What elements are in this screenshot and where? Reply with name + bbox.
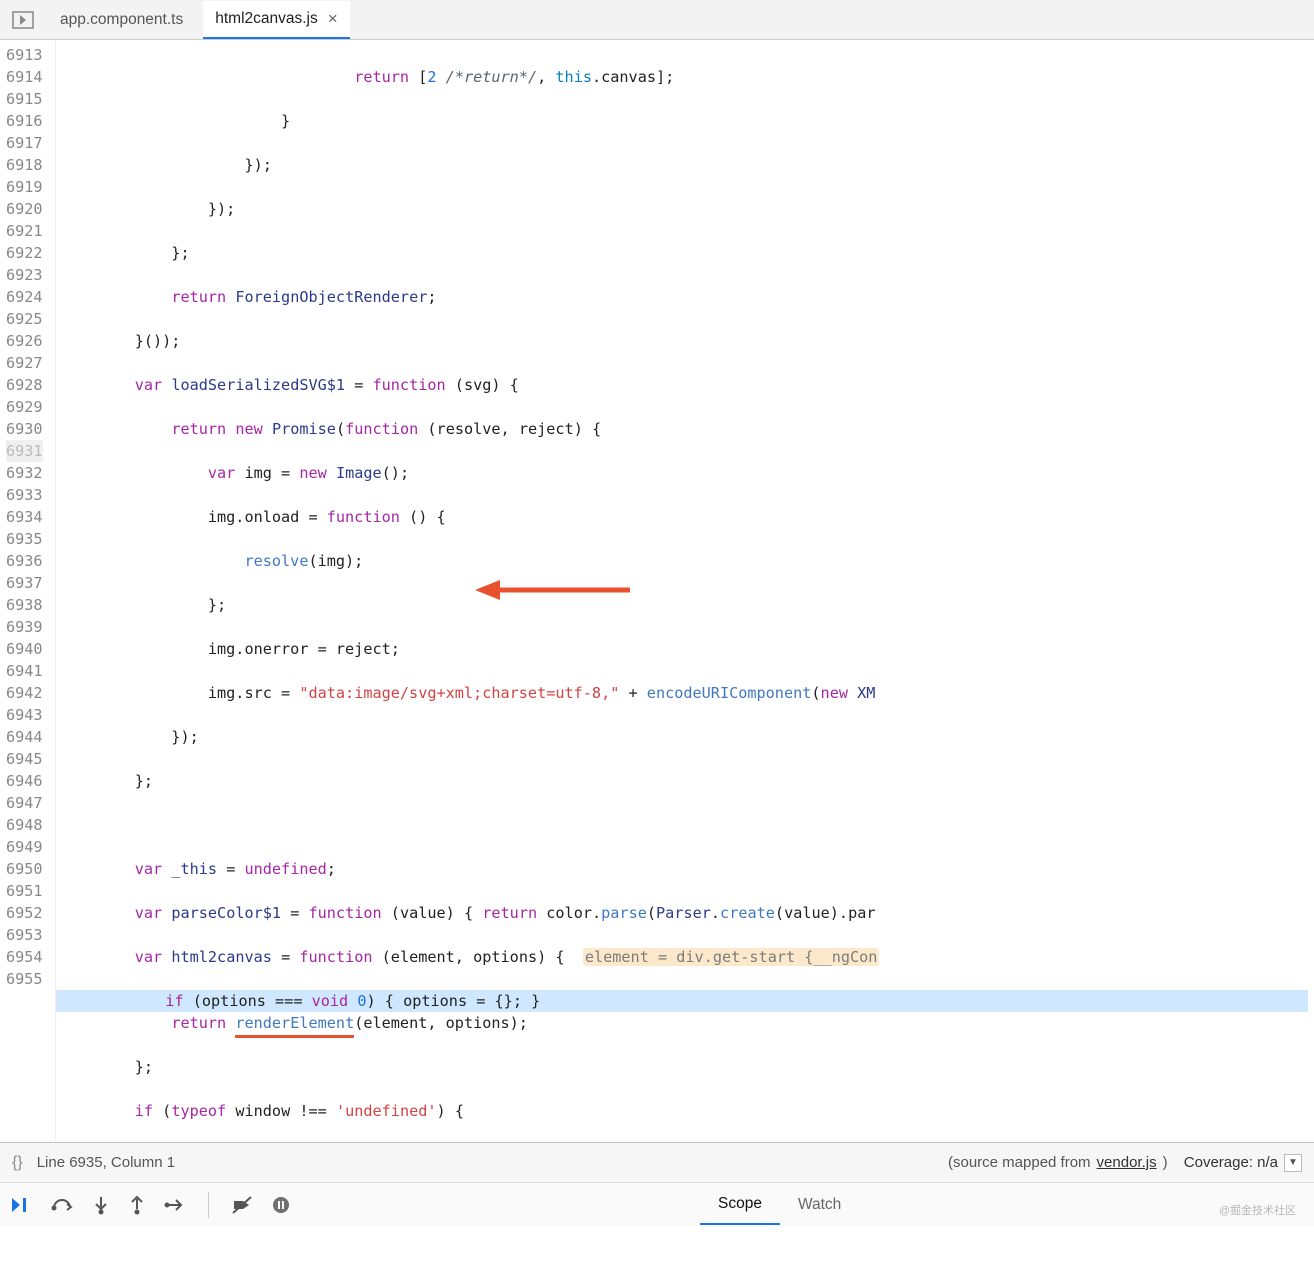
watermark: @掘金技术社区 — [1219, 1202, 1296, 1218]
line-num: 6928 — [6, 374, 43, 396]
line-num: 6934 — [6, 506, 43, 528]
line-num: 6944 — [6, 726, 43, 748]
debug-panel-tabs: Scope Watch — [700, 1183, 859, 1226]
line-num: 6950 — [6, 858, 43, 880]
line-num: 6952 — [6, 902, 43, 924]
code-area[interactable]: return [2 /*return*/, this.canvas]; } })… — [56, 40, 1314, 1142]
line-num: 6927 — [6, 352, 43, 374]
gutter: 6913 6914 6915 6916 6917 6918 6919 6920 … — [0, 40, 56, 1142]
pause-exceptions-button[interactable] — [271, 1195, 291, 1215]
line-num: 6919 — [6, 176, 43, 198]
debug-toolbar: Scope Watch — [0, 1182, 1314, 1226]
line-num: 6946 — [6, 770, 43, 792]
coverage-label: Coverage: n/a — [1184, 1154, 1278, 1171]
line-num: 6942 — [6, 682, 43, 704]
tab-label: html2canvas.js — [215, 10, 318, 28]
pretty-print-icon[interactable]: {} — [12, 1154, 23, 1172]
line-num: 6920 — [6, 198, 43, 220]
tab-html2canvas[interactable]: html2canvas.js × — [203, 1, 349, 39]
source-map-link[interactable]: vendor.js — [1097, 1154, 1157, 1171]
line-num: 6945 — [6, 748, 43, 770]
line-num: 6949 — [6, 836, 43, 858]
line-num: 6915 — [6, 88, 43, 110]
line-num: 6917 — [6, 132, 43, 154]
line-num: 6955 — [6, 968, 43, 990]
file-nav-icon[interactable] — [6, 6, 40, 34]
debug-inlay: element = div.get-start {__ngCon — [583, 948, 880, 966]
line-num: 6947 — [6, 792, 43, 814]
line-num: 6937 — [6, 572, 43, 594]
line-num: 6948 — [6, 814, 43, 836]
step-into-button[interactable] — [92, 1195, 110, 1215]
close-icon[interactable]: × — [328, 9, 338, 29]
separator — [208, 1192, 209, 1218]
status-bar: {} Line 6935, Column 1 (source mapped fr… — [0, 1142, 1314, 1182]
line-num: 6939 — [6, 616, 43, 638]
line-num: 6921 — [6, 220, 43, 242]
source-map-suffix: ) — [1163, 1154, 1168, 1171]
step-out-button[interactable] — [128, 1195, 146, 1215]
line-num: 6918 — [6, 154, 43, 176]
line-num: 6913 — [6, 44, 43, 66]
step-button[interactable] — [164, 1196, 186, 1214]
line-num: 6954 — [6, 946, 43, 968]
tab-app-component[interactable]: app.component.ts — [48, 3, 195, 37]
line-num: 6930 — [6, 418, 43, 440]
line-num: 6923 — [6, 264, 43, 286]
chevron-down-icon[interactable]: ▼ — [1284, 1154, 1302, 1172]
line-num: 6929 — [6, 396, 43, 418]
line-num: 6926 — [6, 330, 43, 352]
line-num: 6938 — [6, 594, 43, 616]
step-over-button[interactable] — [50, 1196, 74, 1214]
tab-watch[interactable]: Watch — [780, 1186, 859, 1224]
cursor-position: Line 6935, Column 1 — [37, 1154, 175, 1171]
line-num: 6936 — [6, 550, 43, 572]
line-num: 6951 — [6, 880, 43, 902]
source-map-prefix: (source mapped from — [948, 1154, 1091, 1171]
line-num: 6932 — [6, 462, 43, 484]
resume-button[interactable] — [10, 1196, 32, 1214]
line-num: 6914 — [6, 66, 43, 88]
tab-scope[interactable]: Scope — [700, 1185, 780, 1225]
line-num: 6941 — [6, 660, 43, 682]
code-editor[interactable]: 6913 6914 6915 6916 6917 6918 6919 6920 … — [0, 40, 1314, 1142]
line-num: 6933 — [6, 484, 43, 506]
deactivate-breakpoints-button[interactable] — [231, 1195, 253, 1215]
line-num: 6953 — [6, 924, 43, 946]
line-num: 6940 — [6, 638, 43, 660]
line-num: 6943 — [6, 704, 43, 726]
line-num: 6924 — [6, 286, 43, 308]
line-num: 6931 — [6, 440, 43, 462]
tabbar: app.component.ts html2canvas.js × — [0, 0, 1314, 40]
tab-label: app.component.ts — [60, 11, 183, 29]
line-num: 6925 — [6, 308, 43, 330]
line-num: 6935 — [6, 528, 43, 550]
execution-line: if (options === void 0) { options = {}; … — [56, 990, 1308, 1012]
line-num: 6916 — [6, 110, 43, 132]
line-num: 6922 — [6, 242, 43, 264]
